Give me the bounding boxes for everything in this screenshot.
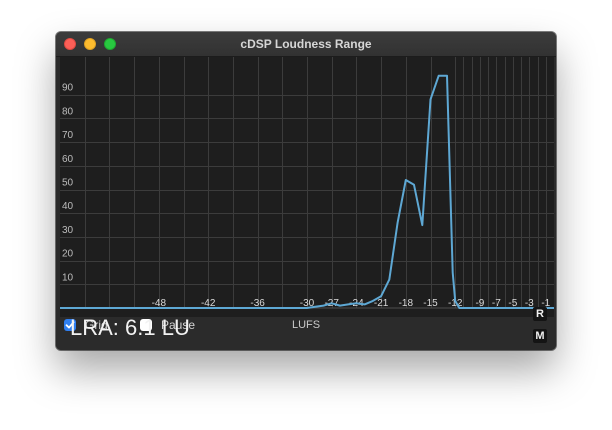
- y-tick-label: 50: [62, 178, 74, 189]
- r-button[interactable]: R: [533, 307, 547, 321]
- y-tick-label: 70: [62, 130, 74, 141]
- histogram-chart: 102030405060708090 -48 -42 -36 -30 -27 -24 -21…: [60, 57, 554, 317]
- lra-readout: LRA: 6.1 LU: [70, 315, 190, 340]
- y-tick-labels: 10 20 30 40 50 60 70 80 90: [62, 83, 74, 284]
- app-window: cDSP Loudness Range 10 20 30 40 50 60 70 80 90 -…: [56, 32, 556, 350]
- y-tick-label: 60: [62, 154, 74, 165]
- x-tick-label: -18: [399, 298, 414, 309]
- x-tick-label: -15: [423, 298, 438, 309]
- m-button[interactable]: M: [533, 329, 547, 343]
- x-axis-unit-label: LUFS: [292, 319, 321, 331]
- y-tick-label: 30: [62, 225, 74, 236]
- y-tick-label: 80: [62, 106, 74, 117]
- y-tick-label: 40: [62, 201, 74, 212]
- window-title: cDSP Loudness Range: [240, 37, 372, 51]
- y-tick-label: 20: [62, 249, 74, 260]
- y-tick-label: 10: [62, 272, 74, 283]
- title-bar: cDSP Loudness Range: [56, 32, 556, 57]
- loudness-histogram: 10 20 30 40 50 60 70 80 90 -48 -42 -36 -30 -27 -24 -21…: [60, 57, 554, 317]
- y-tick-label: 90: [62, 83, 74, 94]
